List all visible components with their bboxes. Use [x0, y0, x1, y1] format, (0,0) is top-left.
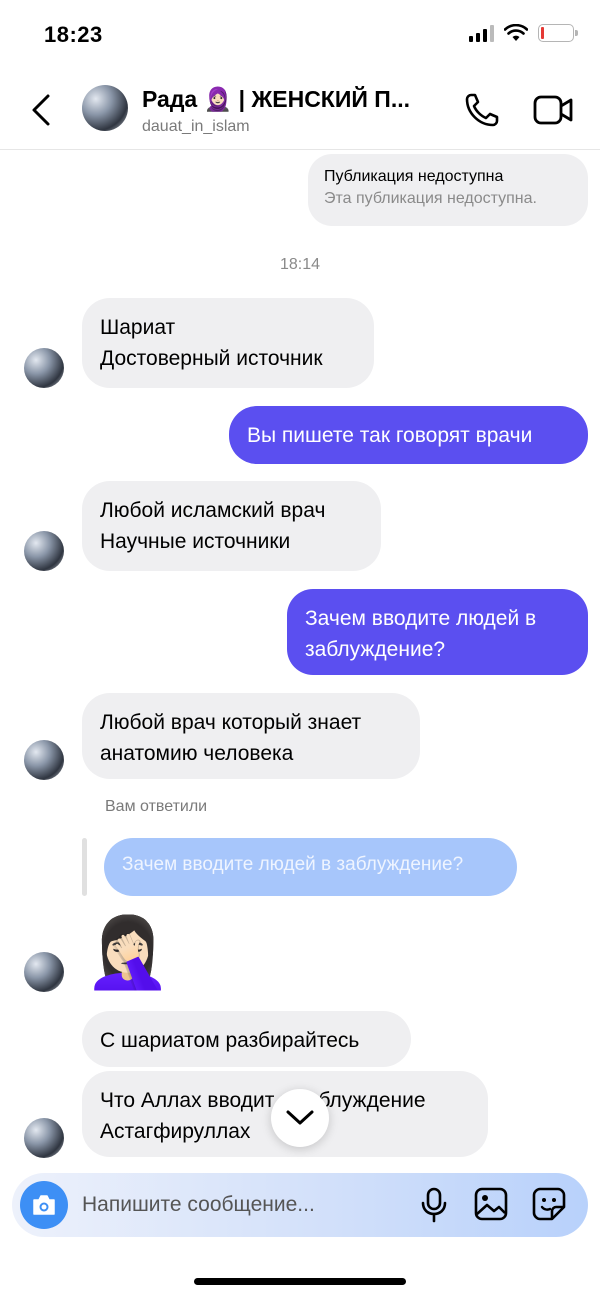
message-line: Зачем вводите людей в [305, 607, 537, 630]
battery-icon [538, 24, 578, 42]
shared-post-subtitle: Эта публикация недоступна. [324, 190, 537, 207]
incoming-message[interactable]: Любой исламский врач Научные источники [82, 481, 381, 571]
sender-avatar[interactable] [24, 1118, 64, 1158]
chevron-down-icon [286, 1110, 314, 1125]
shared-post-title: Публикация недоступна [324, 168, 504, 185]
shared-post-card[interactable]: Публикация недоступна Эта публикация нед… [308, 154, 588, 226]
message-line: Достоверный источник [100, 347, 323, 370]
chat-username[interactable]: dauat_in_islam [142, 118, 250, 136]
sender-avatar[interactable] [24, 740, 64, 780]
message-line: анатомию человека [100, 742, 294, 765]
message-composer [12, 1173, 588, 1237]
message-line: Шариат [100, 316, 176, 339]
message-line: Вы пишете так говорят врачи [247, 424, 533, 447]
reply-note: Вам ответили [105, 798, 208, 815]
message-line: Любой врач который знает [100, 711, 362, 734]
status-icons [469, 24, 578, 42]
cellular-signal-icon [469, 24, 494, 42]
video-call-icon[interactable] [532, 92, 574, 128]
sender-avatar[interactable] [24, 348, 64, 388]
replied-message-quote[interactable]: Зачем вводите людей в заблуждение? [104, 838, 517, 896]
status-time: 18:23 [44, 22, 103, 47]
emoji-message[interactable]: 🤦🏻‍♀️ [84, 912, 171, 992]
camera-icon [33, 1195, 55, 1215]
back-icon[interactable] [28, 92, 56, 128]
sticker-icon[interactable] [532, 1187, 566, 1221]
status-bar: 18:23 [0, 0, 600, 70]
sender-avatar[interactable] [24, 952, 64, 992]
chat-header: Рада 🧕🏻 | ЖЕНСКИЙ П... dauat_in_islam [0, 70, 600, 150]
chat-title[interactable]: Рада 🧕🏻 | ЖЕНСКИЙ П... [142, 86, 410, 113]
incoming-message[interactable]: Любой врач который знает анатомию челове… [82, 693, 420, 779]
message-timestamp: 18:14 [279, 256, 321, 273]
gallery-icon[interactable] [474, 1187, 508, 1221]
camera-button[interactable] [20, 1181, 68, 1229]
outgoing-message[interactable]: Вы пишете так говорят врачи [229, 406, 588, 464]
scroll-to-bottom-button[interactable] [271, 1089, 329, 1147]
wifi-icon [504, 24, 528, 41]
message-line: С шариатом разбирайтесь [100, 1029, 360, 1052]
sender-avatar[interactable] [24, 531, 64, 571]
avatar[interactable] [82, 85, 128, 131]
message-line: заблуждение? [305, 638, 446, 661]
phone-call-icon[interactable] [462, 90, 502, 130]
message-input[interactable] [82, 1191, 382, 1219]
outgoing-message[interactable]: Зачем вводите людей в заблуждение? [287, 589, 588, 675]
message-line: Научные источники [100, 530, 291, 553]
incoming-message[interactable]: Шариат Достоверный источник [82, 298, 374, 388]
microphone-icon[interactable] [420, 1187, 448, 1223]
reply-quote-bar [82, 838, 87, 896]
incoming-message[interactable]: С шариатом разбирайтесь [82, 1011, 411, 1067]
home-indicator [194, 1278, 406, 1285]
message-line: Любой исламский врач [100, 499, 326, 522]
